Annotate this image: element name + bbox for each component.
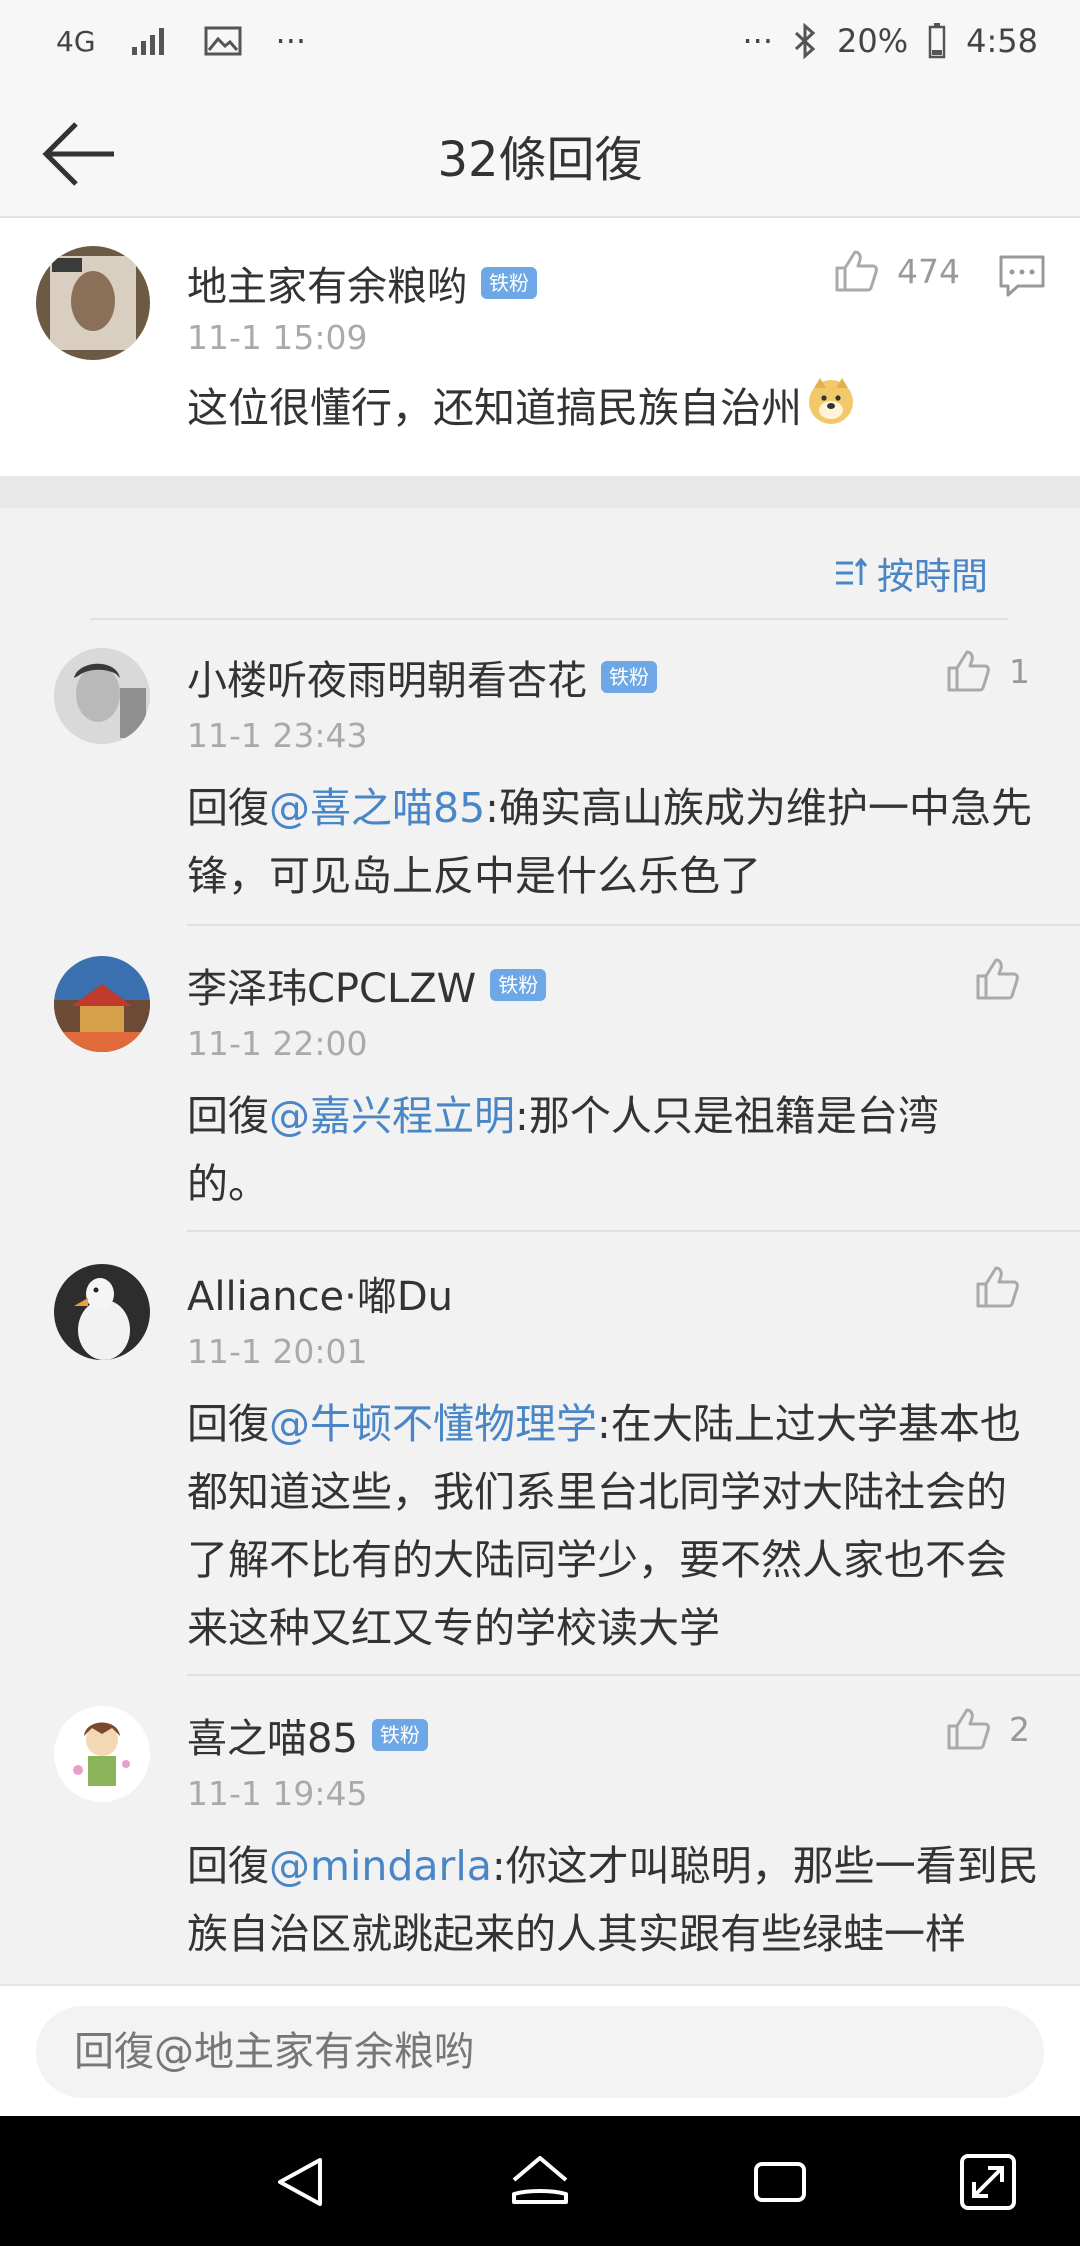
- mention-link[interactable]: @喜之喵85: [269, 784, 485, 832]
- reply-prefix: 回復: [187, 1842, 269, 1890]
- thumbs-up-icon: [835, 250, 878, 292]
- fan-badge: 铁粉: [481, 267, 537, 299]
- reply-item: 李泽玮CPCLZW 铁粉 11-1 22:00 回復@嘉兴程立明:那个人只是祖籍…: [0, 956, 1080, 1236]
- mention-link[interactable]: @嘉兴程立明: [269, 1092, 515, 1140]
- status-bar: 4G ··· ··· 20% 4:58: [0, 0, 1080, 90]
- avatar-image: [54, 1706, 150, 1802]
- reply-text: 回復@嘉兴程立明:那个人只是祖籍是台湾的。: [187, 1082, 987, 1218]
- divider: [187, 1230, 1080, 1232]
- doge-emoji-icon: [806, 376, 856, 446]
- divider: [187, 924, 1080, 926]
- fan-badge: 铁粉: [601, 661, 657, 693]
- fan-badge: 铁粉: [371, 1719, 428, 1751]
- sort-label: 按時間: [877, 555, 988, 598]
- username[interactable]: 小楼听夜雨明朝看杏花: [187, 648, 587, 706]
- sort-icon: [836, 557, 868, 585]
- reply-prefix: 回復: [187, 1400, 269, 1448]
- avatar-image: [36, 246, 150, 360]
- like-count: 474: [897, 251, 960, 291]
- nav-recents-icon[interactable]: [748, 2150, 812, 2214]
- divider: [187, 1674, 1080, 1676]
- reply-input[interactable]: 回復@地主家有余粮哟: [36, 2006, 1044, 2098]
- thumbs-up-icon: [947, 1708, 990, 1750]
- like-button[interactable]: 474: [833, 248, 960, 294]
- more-notifications-label: ···: [275, 22, 307, 60]
- like-button[interactable]: [974, 1264, 1020, 1310]
- nav-home-icon[interactable]: [508, 2150, 572, 2214]
- clock: 4:58: [966, 22, 1038, 60]
- reply-time: 11-1 19:45: [187, 1774, 368, 1813]
- fan-badge: 铁粉: [490, 969, 547, 1001]
- network-label: 4G: [56, 24, 96, 58]
- reply-text: 回復@mindarla:你这才叫聪明，那些一看到民族自治区就跳起来的人其实跟有些…: [187, 1832, 1047, 1968]
- avatar-image: [54, 956, 150, 1052]
- like-count: 2: [1009, 1709, 1030, 1749]
- thumbs-up-icon: [976, 1266, 1019, 1308]
- comment-time: 11-1 15:09: [187, 318, 368, 357]
- username[interactable]: 李泽玮CPCLZW: [187, 956, 476, 1014]
- thumbs-up-icon: [976, 958, 1019, 1000]
- reply-item: 喜之喵85 铁粉 11-1 19:45 回復@mindarla:你这才叫聪明，那…: [0, 1706, 1080, 1984]
- reply-item: Alliance·嘟Du 11-1 20:01 回復@牛顿不懂物理学:在大陆上过…: [0, 1264, 1080, 1684]
- username[interactable]: Alliance·嘟Du: [187, 1264, 453, 1322]
- comment-text: 这位很懂行，还知道搞民族自治州: [187, 374, 1007, 446]
- mention-link[interactable]: @牛顿不懂物理学: [269, 1400, 597, 1448]
- section-gap: [0, 476, 1080, 508]
- avatar[interactable]: [54, 1264, 150, 1360]
- reply-text: 回復@喜之喵85:确实高山族成为维护一中急先锋，可见岛上反中是什么乐色了: [187, 774, 1047, 910]
- comment-body: 这位很懂行，还知道搞民族自治州: [187, 384, 802, 432]
- username[interactable]: 地主家有余粮哟: [187, 254, 467, 312]
- battery-icon: [928, 23, 946, 59]
- avatar-image: [54, 1264, 150, 1360]
- reply-input-bar: 回復@地主家有余粮哟: [0, 1984, 1080, 2116]
- avatar-image: [54, 648, 150, 744]
- reply-prefix: 回復: [187, 784, 269, 832]
- status-more-label: ···: [742, 22, 774, 60]
- comment-bubble-icon[interactable]: [998, 254, 1046, 298]
- page-title: 32條回復: [437, 132, 643, 188]
- top-bar: 32條回復: [0, 90, 1080, 218]
- avatar[interactable]: [36, 246, 150, 360]
- avatar[interactable]: [54, 648, 150, 744]
- like-button[interactable]: [974, 956, 1020, 1002]
- reply-text: 回復@牛顿不懂物理学:在大陆上过大学基本也都知道这些，我们系里台北同学对大陆社会…: [187, 1390, 1047, 1662]
- reply-time: 11-1 22:00: [187, 1024, 368, 1063]
- divider: [90, 618, 1008, 620]
- signal-icon: [131, 28, 164, 55]
- like-count: 1: [1009, 651, 1030, 691]
- like-button[interactable]: 1: [945, 648, 1030, 694]
- system-nav-bar: [0, 2116, 1080, 2246]
- replies-list[interactable]: 按時間 小楼听夜雨明朝看杏花 铁粉 11-1 23:43 回復@喜之喵85:确实…: [0, 508, 1080, 1984]
- thumbs-up-icon: [947, 650, 990, 692]
- avatar[interactable]: [54, 956, 150, 1052]
- main-comment: 地主家有余粮哟 铁粉 11-1 15:09 这位很懂行，还知道搞民族自治州 47…: [0, 218, 1080, 476]
- reply-item: 小楼听夜雨明朝看杏花 铁粉 11-1 23:43 回復@喜之喵85:确实高山族成…: [0, 648, 1080, 928]
- image-icon: [204, 26, 242, 56]
- reply-prefix: 回復: [187, 1092, 269, 1140]
- battery-percent: 20%: [837, 22, 909, 60]
- avatar[interactable]: [54, 1706, 150, 1802]
- bluetooth-icon: [794, 23, 816, 59]
- username[interactable]: 喜之喵85: [187, 1706, 358, 1764]
- like-button[interactable]: 2: [945, 1706, 1030, 1752]
- sort-by-time-button[interactable]: 按時間: [833, 546, 988, 600]
- nav-back-icon[interactable]: [270, 2150, 334, 2214]
- mention-link[interactable]: @mindarla: [269, 1842, 492, 1890]
- nav-expand-icon[interactable]: [956, 2150, 1020, 2214]
- reply-time: 11-1 23:43: [187, 716, 368, 755]
- reply-time: 11-1 20:01: [187, 1332, 368, 1371]
